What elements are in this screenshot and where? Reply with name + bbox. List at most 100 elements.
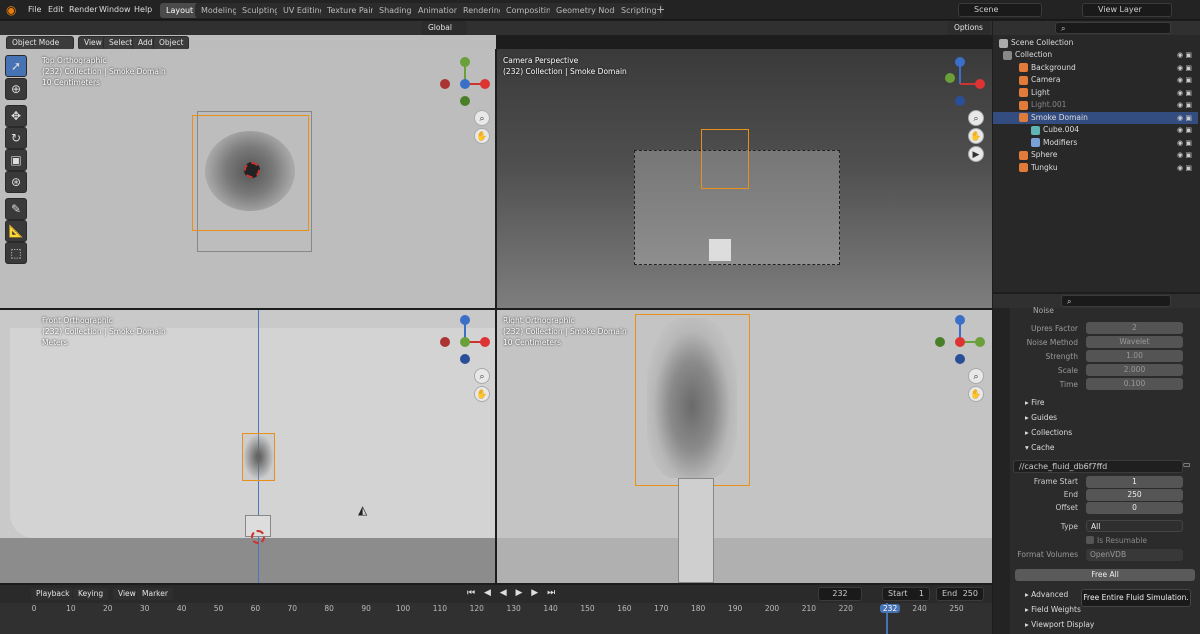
end-field[interactable]: 250	[1086, 489, 1183, 501]
cursor-tool-icon[interactable]: ⊕	[5, 78, 27, 100]
type-selector[interactable]: All	[1086, 520, 1183, 532]
panel-collections[interactable]: ▸ Collections	[1025, 428, 1072, 437]
object-menu[interactable]: Object	[153, 36, 190, 50]
workspace-tab-layout[interactable]: Layout	[160, 3, 200, 18]
mode-selector[interactable]: Object Mode	[6, 36, 74, 50]
outliner-item[interactable]: Cube.004 ◉ ▣	[993, 124, 1198, 137]
noise-row-value[interactable]: 0.100	[1086, 378, 1183, 390]
noise-row-value[interactable]: 1.00	[1086, 350, 1183, 362]
workspace-tab-shading[interactable]: Shading	[373, 3, 418, 18]
properties-search-input[interactable]: ⌕	[1061, 295, 1171, 307]
current-frame-field[interactable]: 232	[818, 587, 862, 601]
zoom-icon[interactable]: ⌕	[474, 368, 490, 384]
panel-cache[interactable]: ▾ Cache	[1025, 443, 1054, 452]
start-frame-field[interactable]: Start 1	[882, 587, 930, 601]
visibility-icon[interactable]: ◉ ▣	[1177, 124, 1192, 137]
outliner-item-label: Tungku	[1031, 162, 1058, 172]
outliner-item[interactable]: Sphere ◉ ▣	[993, 149, 1198, 162]
outliner-scene-collection[interactable]: Scene Collection	[993, 37, 1198, 50]
transform-tool-icon[interactable]: ⊛	[5, 171, 27, 193]
folder-icon[interactable]: ▭	[1183, 460, 1195, 472]
playback-menu[interactable]: Playback	[30, 587, 76, 601]
end-frame-field[interactable]: End 250	[936, 587, 984, 601]
menu-file[interactable]: File	[24, 2, 45, 18]
outliner-item[interactable]: Smoke Domain ◉ ▣	[993, 111, 1198, 125]
move-tool-icon[interactable]: ✥	[5, 105, 27, 127]
viewport-front-ortho[interactable]: Front Orthographic (232) Collection | Sm…	[0, 310, 495, 583]
outliner-search-input[interactable]: ⌕	[1055, 22, 1171, 34]
panel-fire[interactable]: ▸ Fire	[1025, 398, 1045, 407]
object-type-icon	[1019, 100, 1028, 110]
zoom-icon[interactable]: ⌕	[474, 110, 490, 126]
panel-field-weights[interactable]: ▸ Field Weights	[1025, 605, 1081, 614]
annotate-tool-icon[interactable]: ✎	[5, 198, 27, 220]
noise-row-value[interactable]: Wavelet	[1086, 336, 1183, 348]
smoke-domain-box[interactable]	[701, 129, 749, 189]
outliner: ⌕ Scene Collection Collection ◉ ▣ Backgrou…	[993, 21, 1200, 292]
blender-logo-icon[interactable]: ◉	[6, 3, 20, 17]
menu-window[interactable]: Window	[95, 2, 135, 18]
menu-edit[interactable]: Edit	[44, 2, 68, 18]
zoom-icon[interactable]: ⌕	[968, 368, 984, 384]
navigation-gizmo-right[interactable]	[932, 314, 988, 370]
visibility-icon[interactable]: ◉ ▣	[1177, 49, 1192, 62]
navigation-gizmo-front[interactable]	[437, 314, 493, 370]
visibility-icon[interactable]: ◉ ▣	[1177, 87, 1192, 100]
orientation-selector[interactable]: Global	[422, 21, 466, 35]
smoke-domain-box[interactable]	[242, 433, 275, 481]
outliner-item[interactable]: Collection ◉ ▣	[993, 49, 1198, 62]
is-resumable-checkbox[interactable]	[1086, 536, 1094, 544]
free-all-button[interactable]: Free All	[1015, 569, 1195, 581]
noise-row-value[interactable]: 2.000	[1086, 364, 1183, 376]
outliner-item[interactable]: Background ◉ ▣	[993, 62, 1198, 75]
outliner-item[interactable]: Modifiers ◉ ▣	[993, 137, 1198, 150]
rotate-tool-icon[interactable]: ↻	[5, 127, 27, 149]
visibility-icon[interactable]: ◉ ▣	[1177, 112, 1192, 125]
pan-hand-icon[interactable]: ✋	[474, 386, 490, 402]
outliner-item[interactable]: Light.001 ◉ ▣	[993, 99, 1198, 112]
outliner-item[interactable]: Tungku ◉ ▣	[993, 162, 1198, 175]
select-box-tool-icon[interactable]: ➚	[5, 55, 27, 77]
viewport-top-ortho[interactable]: Top Orthographic (232) Collection | Smok…	[0, 49, 495, 308]
visibility-icon[interactable]: ◉ ▣	[1177, 149, 1192, 162]
add-workspace-button[interactable]: +	[656, 3, 665, 16]
panel-guides[interactable]: ▸ Guides	[1025, 413, 1057, 422]
visibility-icon[interactable]: ◉ ▣	[1177, 99, 1192, 112]
outliner-item-label: Sphere	[1031, 150, 1058, 159]
view-layer-selector[interactable]: View Layer	[1082, 3, 1172, 17]
visibility-icon[interactable]: ◉ ▣	[1177, 74, 1192, 87]
camera-view-icon[interactable]: ▶	[968, 146, 984, 162]
options-menu[interactable]: Options	[948, 21, 990, 35]
scale-tool-icon[interactable]: ▣	[5, 149, 27, 171]
viewport-right-ortho[interactable]: Right Orthographic (232) Collection | Sm…	[497, 310, 992, 583]
viewport-camera[interactable]: Camera Perspective (232) Collection | Sm…	[497, 49, 992, 308]
keying-menu[interactable]: Keying	[72, 587, 110, 601]
menu-help[interactable]: Help	[130, 2, 156, 18]
pan-hand-icon[interactable]: ✋	[968, 128, 984, 144]
format-selector[interactable]: OpenVDB	[1086, 549, 1183, 561]
navigation-gizmo-camera[interactable]	[932, 56, 988, 112]
visibility-icon[interactable]: ◉ ▣	[1177, 137, 1192, 150]
add-cube-tool-icon[interactable]: ⬚	[5, 242, 27, 264]
panel-advanced[interactable]: ▸ Advanced	[1025, 590, 1068, 599]
outliner-item[interactable]: Light ◉ ▣	[993, 87, 1198, 100]
outliner-item-label: Smoke Domain	[1031, 112, 1088, 122]
offset-field[interactable]: 0	[1086, 502, 1183, 514]
cache-path-input[interactable]: //cache_fluid_db6f7ffd	[1013, 460, 1183, 473]
playback-controls[interactable]: ⏮ ◀ ◀ ▶ ▶ ⏭	[467, 588, 558, 598]
frame-start-field[interactable]: 1	[1086, 476, 1183, 488]
panel-viewport-display[interactable]: ▸ Viewport Display	[1025, 620, 1094, 629]
visibility-icon[interactable]: ◉ ▣	[1177, 162, 1192, 175]
navigation-gizmo-top[interactable]	[437, 56, 493, 112]
zoom-icon[interactable]: ⌕	[968, 110, 984, 126]
pan-hand-icon[interactable]: ✋	[968, 386, 984, 402]
marker-menu[interactable]: Marker	[136, 587, 174, 601]
scene-selector[interactable]: Scene	[958, 3, 1042, 17]
object-type-icon	[1003, 50, 1012, 60]
frame-tick-label: 50	[213, 604, 224, 613]
outliner-item[interactable]: Camera ◉ ▣	[993, 74, 1198, 87]
noise-row-value[interactable]: 2	[1086, 322, 1183, 334]
pan-hand-icon[interactable]: ✋	[474, 128, 490, 144]
measure-tool-icon[interactable]: 📐	[5, 220, 27, 242]
visibility-icon[interactable]: ◉ ▣	[1177, 62, 1192, 75]
